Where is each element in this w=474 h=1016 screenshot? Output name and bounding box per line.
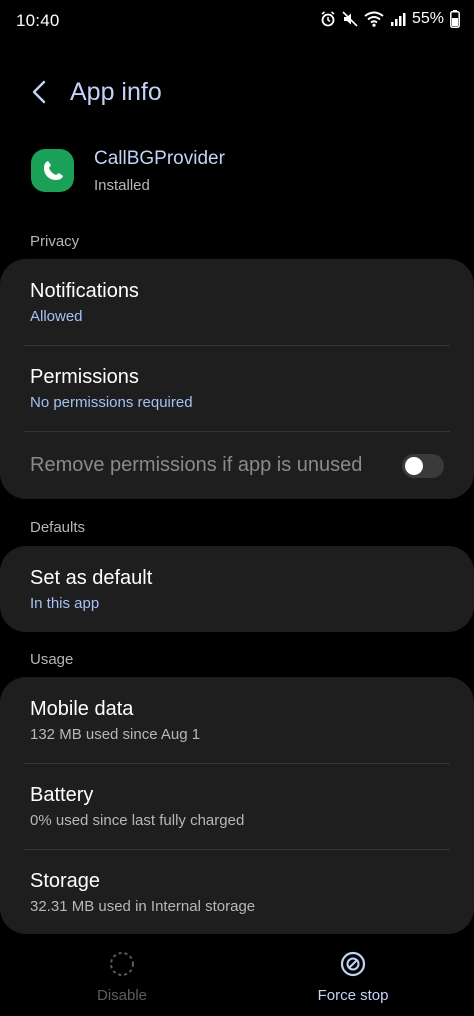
disable-label: Disable [96, 987, 148, 1004]
battery-title: Battery [30, 784, 94, 806]
toggle-knob [405, 457, 423, 475]
battery-icon [450, 10, 460, 28]
divider [24, 345, 450, 346]
battery-subtitle: 0% used since last fully charged [30, 812, 245, 829]
permissions-subtitle: No permissions required [30, 394, 193, 411]
disable-icon [110, 952, 134, 976]
remove-unused-title: Remove permissions if app is unused [30, 454, 363, 476]
alarm-icon [321, 11, 335, 27]
app-bar: App info [0, 70, 474, 116]
notifications-item[interactable]: Notifications Allowed [30, 280, 444, 325]
phone-handset-icon [43, 160, 63, 180]
storage-item[interactable]: Storage 32.31 MB used in Internal storag… [30, 870, 444, 915]
divider [24, 763, 450, 764]
page-title: App info [70, 78, 162, 106]
storage-subtitle: 32.31 MB used in Internal storage [30, 898, 256, 915]
notifications-title: Notifications [30, 280, 139, 302]
section-label-privacy: Privacy [30, 233, 80, 250]
mute-icon [342, 11, 358, 27]
divider [24, 431, 450, 432]
status-time: 10:40 [16, 11, 60, 30]
status-icons: 55% [320, 10, 460, 28]
status-bar: 10:40 55% [0, 0, 474, 42]
app-install-status: Installed [94, 177, 150, 194]
storage-title: Storage [30, 870, 101, 892]
app-name: CallBGProvider [94, 148, 225, 169]
privacy-card: Notifications Allowed Permissions No per… [0, 259, 474, 499]
section-label-usage: Usage [30, 651, 74, 668]
force-stop-label: Force stop [317, 987, 389, 1004]
set-as-default-title: Set as default [30, 567, 153, 589]
set-as-default-item[interactable]: Set as default In this app [30, 567, 444, 612]
disable-button[interactable]: Disable [42, 940, 202, 1004]
notifications-subtitle: Allowed [30, 308, 83, 325]
mobile-data-title: Mobile data [30, 698, 134, 720]
usage-card: Mobile data 132 MB used since Aug 1 Batt… [0, 677, 474, 934]
battery-percent: 55% [411, 10, 444, 27]
permissions-title: Permissions [30, 366, 139, 388]
app-icon [31, 149, 74, 192]
mobile-data-subtitle: 132 MB used since Aug 1 [30, 726, 201, 743]
permissions-item[interactable]: Permissions No permissions required [30, 366, 444, 411]
remove-unused-item[interactable]: Remove permissions if app is unused [30, 454, 384, 477]
divider [24, 849, 450, 850]
bottom-action-bar: Disable Force stop [0, 940, 474, 1016]
set-as-default-subtitle: In this app [30, 595, 100, 612]
defaults-card: Set as default In this app [0, 546, 474, 632]
back-arrow-icon[interactable] [26, 78, 54, 106]
signal-icon [390, 13, 406, 26]
force-stop-icon [340, 951, 366, 977]
battery-item[interactable]: Battery 0% used since last fully charged [30, 784, 444, 829]
remove-unused-toggle[interactable] [402, 454, 444, 478]
force-stop-button[interactable]: Force stop [273, 940, 433, 1004]
wifi-icon [364, 11, 384, 27]
section-label-defaults: Defaults [30, 519, 86, 536]
mobile-data-item[interactable]: Mobile data 132 MB used since Aug 1 [30, 698, 444, 743]
